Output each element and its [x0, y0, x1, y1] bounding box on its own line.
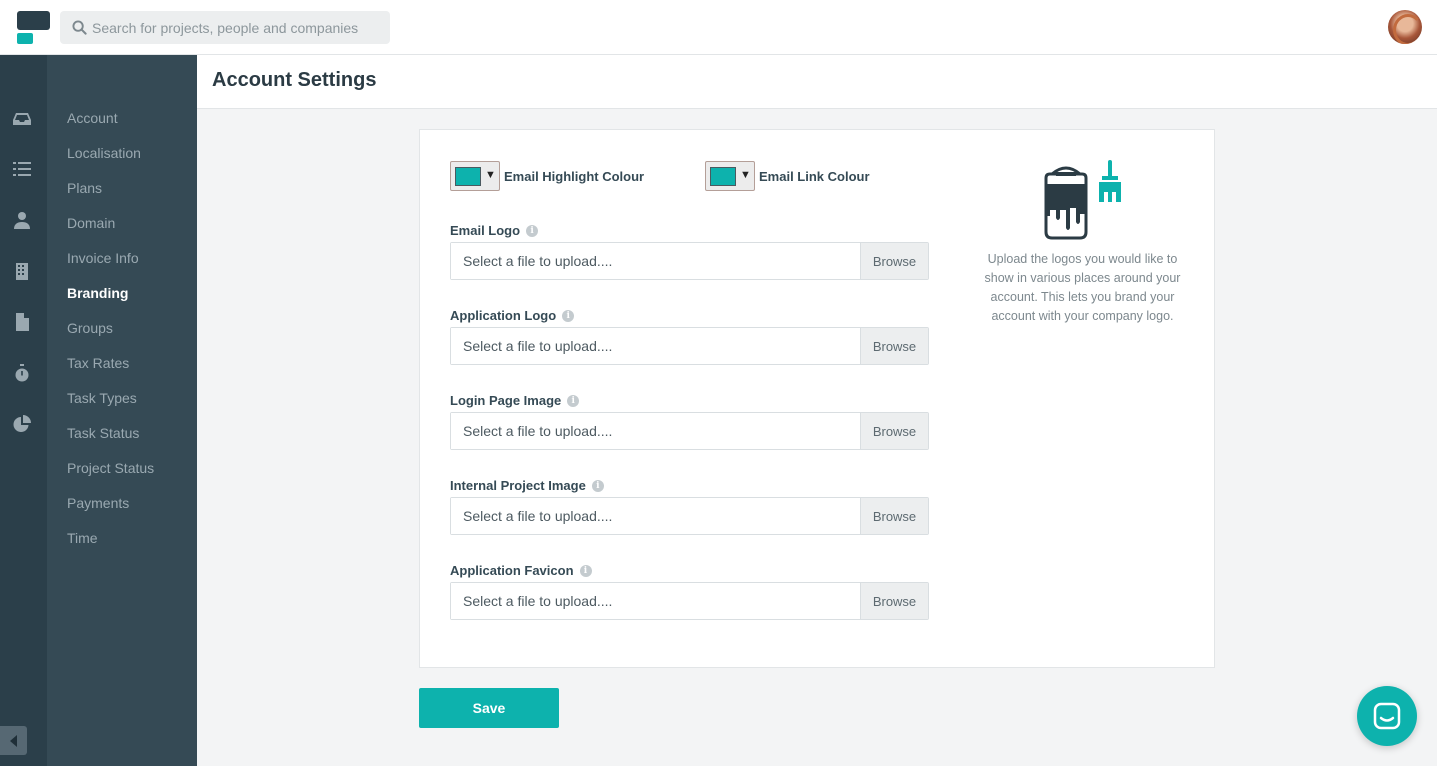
page-header: Account Settings	[197, 55, 1437, 109]
login-page-image-label: Login Page Image i	[450, 393, 580, 408]
email-link-colour-picker[interactable]: ▼	[705, 161, 755, 191]
field-label-text: Email Logo	[450, 223, 521, 238]
info-icon[interactable]: i	[579, 564, 592, 577]
list-icon[interactable]	[13, 160, 31, 178]
person-icon[interactable]	[13, 211, 31, 229]
login-page-image-upload: Browse	[450, 412, 929, 450]
email-logo-upload: Browse	[450, 242, 929, 280]
dropdown-arrow-icon: ▼	[740, 169, 751, 181]
submenu-item-task-types[interactable]: Task Types	[67, 390, 137, 406]
internal-project-image-browse-button[interactable]: Browse	[860, 498, 928, 534]
email-link-colour-swatch	[710, 167, 736, 186]
email-highlight-colour-picker[interactable]: ▼	[450, 161, 500, 191]
stopwatch-icon[interactable]	[13, 364, 31, 382]
page-title: Account Settings	[212, 69, 377, 91]
field-label-text: Internal Project Image	[450, 478, 586, 493]
collapse-sidebar-button[interactable]	[0, 726, 27, 755]
email-logo-label: Email Logo i	[450, 223, 539, 238]
application-favicon-label: Application Favicon i	[450, 563, 592, 578]
branding-card: ▼ Email Highlight Colour ▼ Email Link Co…	[419, 129, 1215, 668]
login-page-image-browse-button[interactable]: Browse	[860, 413, 928, 449]
dropdown-arrow-icon: ▼	[485, 169, 496, 181]
email-highlight-colour-label: Email Highlight Colour	[504, 169, 645, 184]
branding-help-text: Upload the logos you would like to show …	[984, 252, 1181, 323]
chat-launcher-button[interactable]	[1357, 686, 1417, 746]
info-icon[interactable]: i	[562, 309, 575, 322]
field-label-text: Login Page Image	[450, 393, 562, 408]
application-logo-upload: Browse	[450, 327, 929, 365]
login-page-image-file-input[interactable]	[451, 413, 860, 449]
submenu-item-localisation[interactable]: Localisation	[67, 145, 141, 161]
search-input[interactable]	[92, 19, 382, 36]
submenu-item-task-status[interactable]: Task Status	[67, 425, 139, 441]
search-icon	[72, 20, 87, 35]
document-icon[interactable]	[13, 313, 31, 331]
logo-block-top	[17, 11, 50, 30]
application-logo-label: Application Logo i	[450, 308, 575, 323]
field-label-text: Application Logo	[450, 308, 557, 323]
info-icon[interactable]: i	[591, 479, 604, 492]
submenu-item-time[interactable]: Time	[67, 530, 98, 546]
application-favicon-file-input[interactable]	[451, 583, 860, 619]
search-box[interactable]	[60, 11, 390, 44]
submenu-item-domain[interactable]: Domain	[67, 215, 115, 231]
submenu-item-plans[interactable]: Plans	[67, 180, 102, 196]
email-highlight-colour-swatch	[455, 167, 481, 186]
submenu-item-branding[interactable]: Branding	[67, 285, 128, 301]
application-logo-file-input[interactable]	[451, 328, 860, 364]
settings-submenu: Account Localisation Plans Domain Invoic…	[47, 55, 197, 766]
email-logo-browse-button[interactable]: Browse	[860, 243, 928, 279]
building-icon[interactable]	[13, 262, 31, 280]
pie-chart-icon[interactable]	[13, 415, 31, 433]
submenu-item-account[interactable]: Account	[67, 110, 118, 126]
email-link-colour-label: Email Link Colour	[759, 169, 870, 184]
application-favicon-browse-button[interactable]: Browse	[860, 583, 928, 619]
top-bar	[0, 0, 1437, 55]
submenu-item-payments[interactable]: Payments	[67, 495, 129, 511]
info-icon[interactable]: i	[567, 394, 580, 407]
field-label-text: Application Favicon	[450, 563, 574, 578]
email-logo-file-input[interactable]	[451, 243, 860, 279]
app-logo[interactable]	[17, 11, 50, 44]
chat-icon	[1373, 702, 1401, 730]
application-logo-browse-button[interactable]: Browse	[860, 328, 928, 364]
icon-rail	[0, 55, 47, 766]
submenu-item-tax-rates[interactable]: Tax Rates	[67, 355, 129, 371]
submenu-item-project-status[interactable]: Project Status	[67, 460, 154, 476]
save-button[interactable]: Save	[419, 688, 559, 728]
info-icon[interactable]: i	[526, 224, 539, 237]
internal-project-image-file-input[interactable]	[451, 498, 860, 534]
inbox-icon[interactable]	[13, 110, 31, 128]
logo-block-bottom	[17, 33, 33, 44]
paint-bucket-brush-icon	[1044, 160, 1121, 240]
user-avatar[interactable]	[1388, 10, 1422, 44]
internal-project-image-upload: Browse	[450, 497, 929, 535]
internal-project-image-label: Internal Project Image i	[450, 478, 604, 493]
submenu-item-invoice-info[interactable]: Invoice Info	[67, 250, 139, 266]
application-favicon-upload: Browse	[450, 582, 929, 620]
submenu-item-groups[interactable]: Groups	[67, 320, 113, 336]
